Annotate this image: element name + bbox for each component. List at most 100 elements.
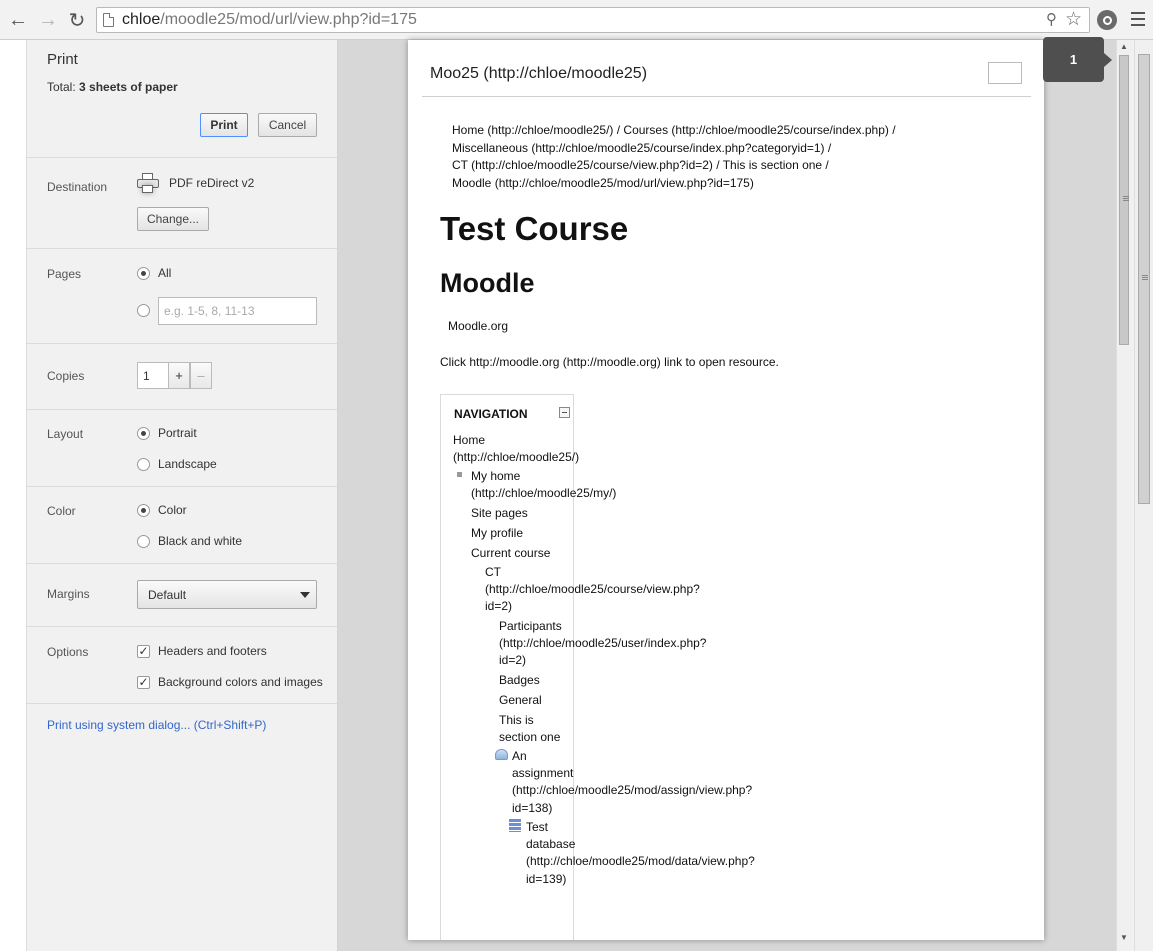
layout-label: Layout [47,427,84,441]
nav-my-home-line: (http://chloe/moodle25/my/) [471,486,617,501]
scroll-down-icon[interactable]: ▼ [1120,933,1128,942]
system-dialog-link[interactable]: Print using system dialog... (Ctrl+Shift… [47,718,266,732]
background-graphics-checkbox[interactable]: ✓ [137,676,150,689]
landscape-radio[interactable] [137,458,150,471]
copies-label: Copies [47,369,85,383]
zoom-icon[interactable]: ⚲ [1046,10,1057,28]
collapse-icon [559,407,570,418]
copies-input[interactable] [137,362,169,389]
background-graphics-label: Background colors and images [158,675,323,689]
nav-site-pages: Site pages [471,506,528,520]
nav-database-line: Test [526,820,549,834]
print-button[interactable]: Print [200,113,248,137]
nav-participants-line: id=2) [499,653,527,668]
nav-home: Home (http://chloe/moodle25/) [453,432,579,466]
nav-current-course: Current course [471,546,551,560]
page-header-title: Moo25 (http://chloe/moodle25) [430,65,648,82]
nav-home-line: Home [453,433,486,447]
nav-home-line: (http://chloe/moodle25/) [453,450,580,465]
breadcrumb-line: Home (http://chloe/moodle25/) / Courses … [452,123,896,137]
pages-range-radio[interactable] [137,304,150,317]
nav-my-home: My home (http://chloe/moodle25/my/) [471,468,616,502]
total-label: Total: [47,80,80,94]
url-text[interactable]: chloe/moodle25/mod/url/view.php?id=175 [122,11,417,29]
forward-arrow-icon[interactable]: → [35,7,61,33]
window-scroll-thumb[interactable] [1138,54,1150,504]
landscape-label: Landscape [158,457,217,471]
copies-increment-button[interactable]: + [168,362,190,389]
nav-badges: Badges [499,673,540,687]
color-label: Color [47,504,76,518]
url-host: chloe [122,11,161,28]
chevron-down-icon [300,592,310,598]
color-radio[interactable] [137,504,150,517]
headers-footers-checkbox[interactable]: ✓ [137,645,150,658]
change-destination-button[interactable]: Change... [137,207,209,231]
database-icon [509,819,521,832]
portrait-radio[interactable] [137,427,150,440]
nav-test-database: Test database (http://chloe/moodle25/mod… [526,819,755,888]
nav-assignment-line: (http://chloe/moodle25/mod/assign/view.p… [512,783,753,798]
navigation-block: NAVIGATION Home (http://chloe/moodle25/)… [440,394,755,940]
course-title: Test Course [440,210,629,247]
nav-assignment-line: An [512,749,527,763]
window-scrollbar[interactable] [1134,40,1153,951]
printer-name: PDF reDirect v2 [169,176,255,190]
portrait-label: Portrait [158,426,197,440]
nav-database-line: id=139) [526,871,567,886]
nav-my-home-line: My home [471,469,521,483]
header-logo-placeholder [988,62,1022,84]
breadcrumb: Home (http://chloe/moodle25/) / Courses … [452,122,932,192]
nav-section-line: section one [499,730,561,745]
extension-icon[interactable] [1097,10,1117,30]
options-label: Options [47,645,89,659]
nav-participants-line: Participants [499,619,562,633]
menu-icon[interactable] [1131,12,1145,26]
print-preview-area: Moo25 (http://chloe/moodle25) Home (http… [338,40,1116,951]
nav-course-line: CT [485,565,501,579]
nav-course-ct: CT (http://chloe/moodle25/course/view.ph… [485,564,700,616]
color-section: Color [27,487,337,564]
resource-link-text: Moodle.org [448,319,509,333]
print-title: Print [47,51,78,68]
margins-select[interactable]: Default [137,580,317,609]
pages-range-input[interactable] [158,297,317,325]
page-number-indicator: 1 [1043,37,1112,82]
nav-participants: Participants (http://chloe/moodle25/user… [499,618,706,670]
nav-section-one: This is section one [499,712,560,746]
sheet-total: Total: 3 sheets of paper [47,80,178,94]
nav-database-line: database [526,837,576,852]
breadcrumb-line: Moodle (http://chloe/moodle25/mod/url/vi… [452,175,754,190]
pages-all-label: All [158,266,172,280]
url-path: /moodle25/mod/url/view.php?id=175 [160,11,417,28]
address-bar[interactable]: chloe/moodle25/mod/url/view.php?id=175 ⚲… [96,7,1090,33]
breadcrumb-line: Miscellaneous (http://chloe/moodle25/cou… [452,140,832,155]
preview-scroll-thumb[interactable] [1119,55,1129,345]
nav-participants-line: (http://chloe/moodle25/user/index.php? [499,636,707,651]
nav-course-line: id=2) [485,599,513,614]
background-page-strip [0,40,27,951]
navigation-title: NAVIGATION [454,407,528,421]
nav-course-line: (http://chloe/moodle25/course/view.php? [485,582,700,597]
header-divider [422,96,1031,97]
nav-my-profile: My profile [471,526,524,540]
destination-label: Destination [47,180,108,194]
scroll-up-icon[interactable]: ▲ [1120,42,1128,51]
margins-label: Margins [47,587,90,601]
page-icon [103,13,114,27]
preview-page: Moo25 (http://chloe/moodle25) Home (http… [408,40,1044,940]
resource-title: Moodle [440,268,535,298]
print-sidebar: Print Total: 3 sheets of paper Print Can… [27,40,338,951]
cancel-button[interactable]: Cancel [258,113,317,137]
reload-icon[interactable]: ↻ [64,7,90,33]
breadcrumb-line: CT (http://chloe/moodle25/course/view.ph… [452,158,829,172]
headers-footers-label: Headers and footers [158,644,267,658]
preview-scrollbar[interactable]: ▲ ▼ [1116,40,1132,951]
star-icon[interactable]: ☆ [1065,8,1082,31]
pages-all-radio[interactable] [137,267,150,280]
back-arrow-icon[interactable]: ← [5,7,31,33]
copies-decrement-button[interactable]: – [190,362,212,389]
nav-assignment-line: id=138) [512,800,553,815]
black-white-radio[interactable] [137,535,150,548]
total-value: 3 sheets of paper [79,80,178,94]
